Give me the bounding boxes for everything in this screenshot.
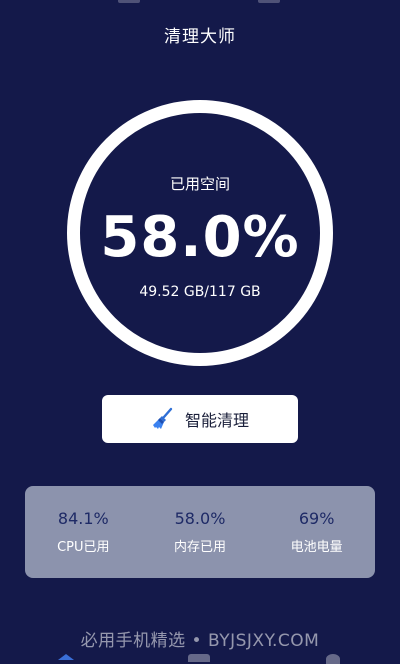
stat-memory-label: 内存已用 — [173, 540, 226, 555]
home-icon[interactable] — [58, 654, 74, 660]
stat-memory-value: 58.0% — [174, 509, 226, 528]
smart-clean-button-label: 智能清理 — [184, 411, 249, 430]
bottom-nav — [0, 652, 400, 664]
system-stats-panel: 84.1% CPU已用 58.0% 内存已用 69% 电池电量 — [25, 486, 375, 578]
smart-clean-button[interactable]: 智能清理 — [102, 395, 298, 443]
stat-battery: 69% 电池电量 — [267, 509, 367, 555]
stat-battery-value: 69% — [298, 509, 335, 528]
stat-cpu: 84.1% CPU已用 — [33, 509, 133, 555]
watermark-text: 必用手机精选 • BYJSJXY.COM — [80, 631, 320, 651]
broom-icon — [152, 407, 173, 429]
page-title: 清理大师 — [164, 27, 236, 47]
stat-battery-label: 电池电量 — [290, 540, 343, 555]
storage-used-size: 49.52 GB/117 GB — [139, 284, 261, 300]
storage-used-label: 已用空间 — [169, 175, 230, 193]
toolbox-icon[interactable] — [188, 654, 210, 662]
user-icon[interactable] — [326, 654, 340, 664]
stat-memory: 58.0% 内存已用 — [150, 509, 250, 555]
stat-cpu-value: 84.1% — [57, 509, 109, 528]
status-bar-indicators — [0, 0, 400, 6]
storage-used-percent: 58.0% — [100, 205, 300, 270]
stat-cpu-label: CPU已用 — [57, 540, 110, 555]
